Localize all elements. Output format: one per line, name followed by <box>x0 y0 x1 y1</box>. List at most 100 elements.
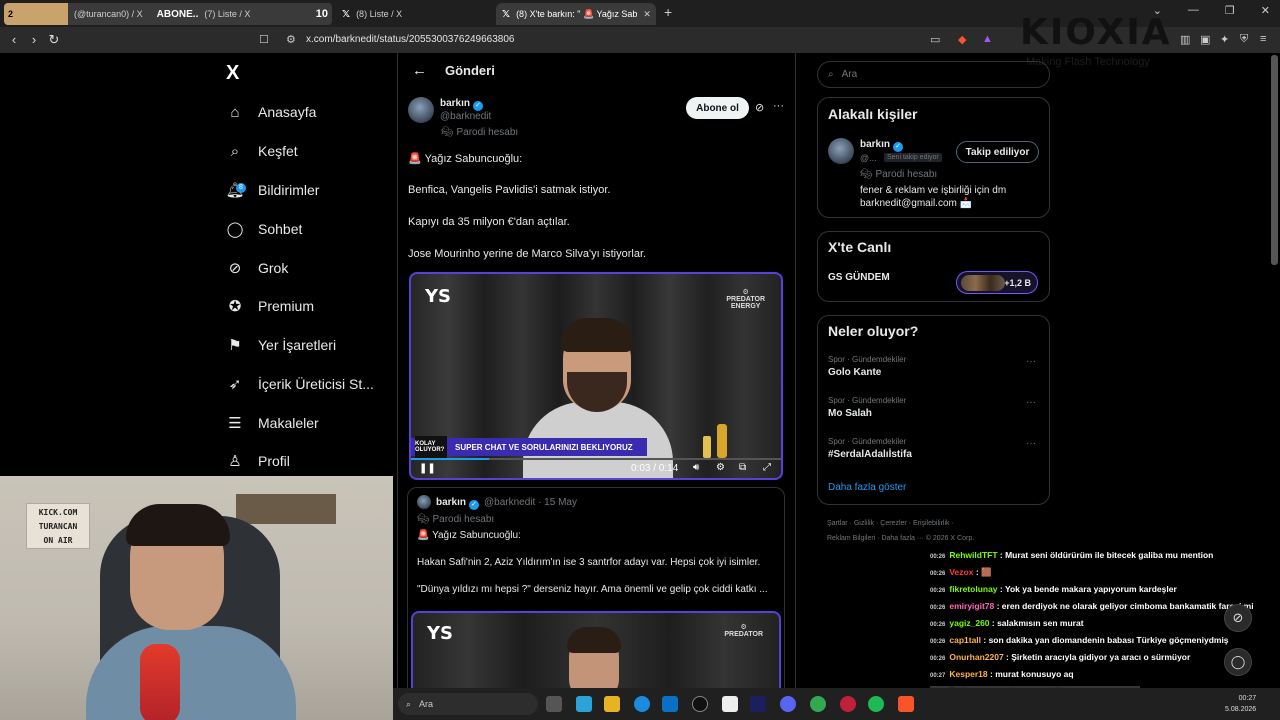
messages-float-icon[interactable]: ◯ <box>1224 648 1252 676</box>
discord-icon[interactable] <box>780 696 796 712</box>
app-icon[interactable] <box>576 696 592 712</box>
avatar[interactable] <box>408 97 434 123</box>
spotify-icon[interactable] <box>868 696 884 712</box>
url-field[interactable]: x.com/barknedit/status/20553003762496638… <box>306 34 515 45</box>
nav-item-notifications[interactable]: 🔔︎ 8 Bildirimler <box>225 175 319 205</box>
file-explorer-icon[interactable] <box>604 696 620 712</box>
rewards-icon[interactable]: ▲ <box>982 33 993 45</box>
nav-item-home[interactable]: ⌂ Anasayfa <box>226 97 316 127</box>
trend-item[interactable]: Mo Salah <box>828 408 872 419</box>
app-icon[interactable] <box>840 696 856 712</box>
video-player[interactable]: YS ⚙ PREDATOR ENERGY SUPER CHAT VE SORULAR… <box>409 272 783 480</box>
premiere-icon[interactable] <box>750 696 766 712</box>
nav-item-bookmarks[interactable]: ⚑ Yer İşaretleri <box>226 330 336 360</box>
tab-progress-label: 2 <box>4 3 68 25</box>
settings-icon[interactable]: ⚙ <box>716 462 725 473</box>
bottle-graphic <box>717 424 727 458</box>
more-options-icon[interactable]: ··· <box>1026 397 1036 408</box>
obs-icon[interactable] <box>692 696 708 712</box>
nav-item-profile[interactable]: ♙ Profil <box>226 446 290 476</box>
quote-text-line: "Dünya yıldızı mı hepsi ?" derseniz hayı… <box>417 584 768 595</box>
pip-icon[interactable]: ⧉ <box>739 462 746 473</box>
more-options-icon[interactable]: ··· <box>1026 438 1036 449</box>
pause-icon[interactable]: ❚❚ <box>419 463 436 474</box>
tab-turancan[interactable]: 2 (@turancan0) / X ABONE.. (7) Liste / X… <box>4 3 332 25</box>
chat-username: cap1tall <box>949 635 982 645</box>
show-more-link[interactable]: Daha fazla göster <box>828 482 906 493</box>
chat-username: emiryigit78 <box>949 601 995 611</box>
nav-label: Premium <box>258 298 315 314</box>
site-info-icon[interactable]: ⚙ <box>286 33 296 46</box>
author-handle[interactable]: @barknedit <box>440 111 491 122</box>
x-logo-icon[interactable]: X <box>226 62 239 85</box>
brave-icon[interactable] <box>898 696 914 712</box>
brave-shield-icon[interactable]: ◆ <box>958 33 966 46</box>
video-controls: ❚❚ 0:03 / 0:14 🔊︎ ⚙ ⧉ ⤢ <box>411 460 781 478</box>
live-space-pill[interactable]: +1,2 B <box>956 271 1038 294</box>
siren-icon: 🚨 <box>408 153 422 165</box>
more-options-icon[interactable]: ··· <box>1026 356 1036 367</box>
volume-icon[interactable]: 🔊︎ <box>693 462 699 473</box>
nav-item-explore[interactable]: ⌕ Keşfet <box>226 136 298 166</box>
back-arrow-icon[interactable]: ← <box>412 62 427 79</box>
trend-item[interactable]: #SerdalAdalıİstifa <box>828 449 912 460</box>
chat-text: : Murat seni öldürürüm ile bitecek galib… <box>997 550 1214 560</box>
fullscreen-icon[interactable]: ⤢ <box>763 462 771 473</box>
grok-explain-icon[interactable]: ⊘ <box>755 101 764 114</box>
trends-title: Neler oluyor? <box>828 323 919 339</box>
related-name[interactable]: barkın ✓ <box>860 139 904 152</box>
author-name[interactable]: barkın ✓ <box>440 98 484 111</box>
reload-icon[interactable]: ↻ <box>44 32 64 48</box>
premium-icon: ✪ <box>228 298 242 315</box>
bookmark-page-icon[interactable]: ☐ <box>259 33 269 46</box>
taskbar-search[interactable]: ⌕ Ara <box>398 693 538 715</box>
capcut-icon[interactable] <box>722 696 738 712</box>
store-icon[interactable] <box>662 696 678 712</box>
search-icon: ⌕ <box>828 69 834 80</box>
nav-item-articles[interactable]: ☰ Makaleler <box>226 408 318 438</box>
close-tab-icon[interactable]: ✕ <box>643 9 651 20</box>
vpn-icon[interactable]: ⛨ <box>1240 33 1248 46</box>
trend-item[interactable]: Golo Kante <box>828 367 881 378</box>
task-view-icon[interactable] <box>546 696 562 712</box>
streamer-hair <box>126 504 230 546</box>
home-icon: ⌂ <box>230 103 240 121</box>
minimize-icon[interactable]: — <box>1188 4 1199 17</box>
footer-links[interactable]: Şartlar · Gizlilik · Çerezler · Erişileb… <box>827 520 954 527</box>
edge-icon[interactable] <box>634 696 650 712</box>
close-window-icon[interactable]: ✕ <box>1261 4 1270 17</box>
avatar[interactable] <box>828 138 854 164</box>
cast-icon[interactable]: ▭ <box>930 33 940 46</box>
system-clock[interactable]: 00:27 5.08.2026 <box>1225 693 1256 715</box>
chat-username: RehwildTFT <box>949 550 998 560</box>
restore-icon[interactable]: ❐ <box>1225 4 1235 17</box>
subscribe-button[interactable]: Abone ol <box>686 97 749 119</box>
nav-item-grok[interactable]: ⊘ Grok <box>226 253 289 283</box>
grok-icon: ⊘ <box>228 260 242 277</box>
menu-icon[interactable]: ≡ <box>1260 33 1266 45</box>
page-scrollbar[interactable] <box>1271 55 1278 265</box>
sidebar-icon[interactable]: ▥ <box>1180 33 1190 46</box>
nav-item-chat[interactable]: ◯ Sohbet <box>226 214 303 244</box>
leo-icon[interactable]: ✦ <box>1220 33 1229 46</box>
following-button[interactable]: Takip ediliyor <box>956 141 1039 163</box>
chat-message: 00:26 yagiz_260 : salakmısın sen murat <box>930 618 1084 628</box>
new-tab-button[interactable]: + <box>664 4 672 20</box>
forward-icon[interactable]: › <box>24 32 44 47</box>
verified-badge-icon: ✓ <box>469 500 480 510</box>
parody-label: 🎭︎ Parodi hesabı <box>860 169 938 180</box>
nav-label: Keşfet <box>258 143 298 159</box>
grok-float-icon[interactable]: ⊘ <box>1224 604 1252 632</box>
live-space-label[interactable]: GS GÜNDEM <box>828 272 890 283</box>
tab-liste[interactable]: 𝕏 (8) Liste / X <box>336 3 486 25</box>
taskbar-search-placeholder: Ara <box>419 699 434 709</box>
back-icon[interactable]: ‹ <box>4 32 24 47</box>
footer-links[interactable]: Reklam Bilgileri · Daha fazla ··· © 2026… <box>827 535 974 542</box>
nav-item-premium[interactable]: ✪ Premium <box>226 291 314 321</box>
chrome-icon[interactable] <box>810 696 826 712</box>
nav-item-creator-studio[interactable]: ➶ İçerik Üreticisi St... <box>226 369 374 399</box>
wallet-icon[interactable]: ▣ <box>1200 33 1210 46</box>
more-options-icon[interactable]: ··· <box>773 100 784 112</box>
tab-active-post[interactable]: 𝕏 (8) X'te barkın: " 🚨 Yağız Sab ✕ <box>496 3 656 25</box>
search-input[interactable]: ⌕ Ara <box>817 61 1050 88</box>
